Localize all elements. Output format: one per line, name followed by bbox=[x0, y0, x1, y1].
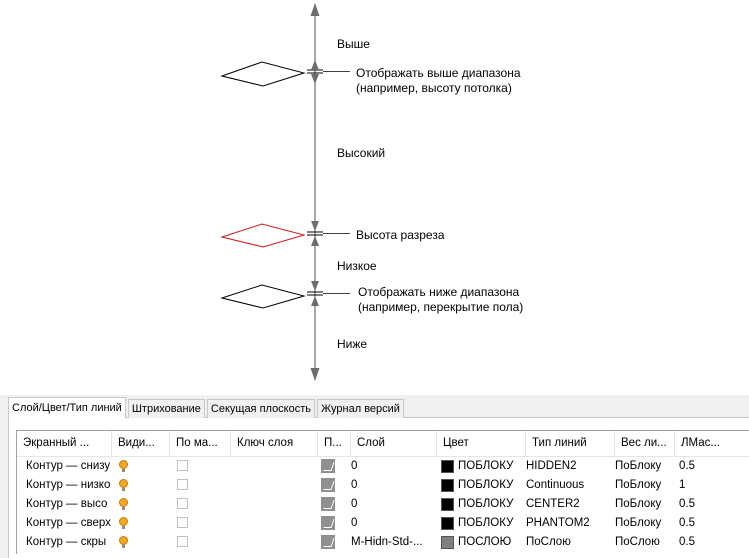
lightbulb-on-icon[interactable] bbox=[119, 517, 128, 529]
linetype-value[interactable]: CENTER2 bbox=[526, 495, 615, 514]
column-header-linetype-scale[interactable]: ЛМас... bbox=[675, 431, 749, 456]
lineweight-value[interactable]: ПоБлоку bbox=[615, 476, 675, 495]
display-component-name: Контур — снизу bbox=[26, 460, 111, 472]
column-header-layer-key[interactable]: Ключ слоя bbox=[231, 431, 318, 456]
lightbulb-on-icon[interactable] bbox=[119, 498, 128, 510]
arrow-up-icon bbox=[311, 60, 319, 70]
lineweight-value[interactable]: ПоБлоку bbox=[615, 514, 675, 533]
layer-table: Экранный ... Види... По ма... Ключ слоя … bbox=[16, 430, 749, 554]
display-above-plane bbox=[220, 61, 306, 87]
color-swatch[interactable] bbox=[441, 479, 454, 492]
tab-strip: Слой/Цвет/Тип линий Штрихование Секущая … bbox=[8, 397, 406, 418]
column-header-by-material[interactable]: По ма... bbox=[170, 431, 231, 456]
color-value[interactable]: ПОБЛОКУ bbox=[458, 495, 526, 514]
label-display-above-note: (например, высоту потолка) bbox=[356, 81, 512, 95]
label-high: Высокий bbox=[337, 146, 386, 160]
linetype-value[interactable]: ПоСлою bbox=[526, 533, 615, 552]
display-below-plane bbox=[220, 284, 306, 309]
arrow-down-icon bbox=[311, 221, 319, 231]
tab-layer-color-linetype[interactable]: Слой/Цвет/Тип линий bbox=[8, 397, 126, 418]
display-component-name: Контур — высо bbox=[26, 498, 108, 510]
table-row[interactable]: Контур — скры M-Hidn-Std-... ПОСЛОЮ ПоСлою П… bbox=[17, 533, 749, 552]
arrow-down-icon bbox=[311, 74, 319, 84]
by-material-checkbox[interactable] bbox=[177, 517, 188, 528]
layer-name[interactable]: 0 bbox=[351, 457, 435, 476]
color-value[interactable]: ПОБЛОКУ bbox=[458, 476, 526, 495]
arrow-up-icon bbox=[311, 236, 319, 246]
by-material-checkbox[interactable] bbox=[177, 536, 188, 547]
column-header-linetype[interactable]: Тип линий bbox=[526, 431, 615, 456]
arrow-top-icon bbox=[310, 3, 320, 16]
label-cut-height: Высота разреза bbox=[356, 228, 445, 242]
color-value[interactable]: ПОСЛОЮ bbox=[458, 533, 526, 552]
lightbulb-on-icon[interactable] bbox=[119, 460, 128, 472]
linetype-value[interactable]: PHANTOM2 bbox=[526, 514, 615, 533]
table-row[interactable]: Контур — высо 0 ПОБЛОКУ CENTER2 ПоБлоку 0.5 bbox=[17, 495, 749, 514]
table-row[interactable]: Контур — низко 0 ПОБЛОКУ Continuous ПоБлоку 1 bbox=[17, 476, 749, 495]
label-display-above: Отображать выше диапазона bbox=[356, 66, 521, 80]
cut-plane bbox=[220, 223, 306, 248]
label-low: Низкое bbox=[337, 259, 377, 273]
label-below: Ниже bbox=[337, 337, 368, 351]
arrow-down-icon bbox=[311, 281, 319, 291]
column-header-lineweight[interactable]: Вес ли... bbox=[615, 431, 675, 456]
plot-pen-icon[interactable] bbox=[321, 478, 335, 492]
display-component-name: Контур — низко bbox=[26, 479, 111, 491]
table-row[interactable]: Контур — сверх 0 ПОБЛОКУ PHANTOM2 ПоБлоку 0.5 bbox=[17, 514, 749, 533]
layer-name[interactable]: 0 bbox=[351, 514, 435, 533]
tab-hatching[interactable]: Штрихование bbox=[127, 399, 205, 418]
linetype-scale-value[interactable]: 0.5 bbox=[679, 495, 739, 514]
plot-pen-icon[interactable] bbox=[321, 535, 335, 549]
layer-name[interactable]: M-Hidn-Std-... bbox=[351, 533, 435, 552]
label-above: Выше bbox=[337, 37, 370, 51]
tab-version-history[interactable]: Журнал версий bbox=[317, 399, 404, 418]
lightbulb-on-icon[interactable] bbox=[119, 479, 128, 491]
linetype-value[interactable]: HIDDEN2 bbox=[526, 457, 615, 476]
color-value[interactable]: ПОБЛОКУ bbox=[458, 514, 526, 533]
plot-pen-icon[interactable] bbox=[321, 516, 335, 530]
by-material-checkbox[interactable] bbox=[177, 498, 188, 509]
color-swatch[interactable] bbox=[441, 536, 454, 549]
column-header-visible[interactable]: Види... bbox=[112, 431, 170, 456]
lineweight-value[interactable]: ПоСлою bbox=[615, 533, 675, 552]
column-header-color[interactable]: Цвет bbox=[437, 431, 526, 456]
layer-name[interactable]: 0 bbox=[351, 495, 435, 514]
properties-panel: Слой/Цвет/Тип линий Штрихование Секущая … bbox=[0, 395, 749, 558]
by-material-checkbox[interactable] bbox=[177, 479, 188, 490]
column-header-display-component[interactable]: Экранный ... bbox=[17, 431, 112, 456]
linetype-scale-value[interactable]: 0.5 bbox=[679, 533, 739, 552]
arrow-up-icon bbox=[311, 296, 319, 306]
color-swatch[interactable] bbox=[441, 460, 454, 473]
color-value[interactable]: ПОБЛОКУ bbox=[458, 457, 526, 476]
linetype-scale-value[interactable]: 0.5 bbox=[679, 457, 739, 476]
display-range-diagram bbox=[220, 3, 350, 381]
arrow-bottom-icon bbox=[310, 368, 320, 381]
table-row[interactable]: Контур — снизу 0 ПОБЛОКУ HIDDEN2 ПоБлоку 0.5 bbox=[17, 457, 749, 476]
plot-pen-icon[interactable] bbox=[321, 459, 335, 473]
color-swatch[interactable] bbox=[441, 498, 454, 511]
plot-pen-icon[interactable] bbox=[321, 497, 335, 511]
label-display-below: Отображать ниже диапазона bbox=[358, 285, 520, 299]
lineweight-value[interactable]: ПоБлоку bbox=[615, 495, 675, 514]
linetype-scale-value[interactable]: 1 bbox=[679, 476, 739, 495]
tab-section-plane[interactable]: Секущая плоскость bbox=[206, 399, 316, 418]
column-header-layer[interactable]: Слой bbox=[351, 431, 437, 456]
lineweight-value[interactable]: ПоБлоку bbox=[615, 457, 675, 476]
column-header-plot[interactable]: П... bbox=[318, 431, 351, 456]
label-display-below-note: (например, перекрытие пола) bbox=[358, 300, 524, 314]
lightbulb-on-icon[interactable] bbox=[119, 536, 128, 548]
color-swatch[interactable] bbox=[441, 517, 454, 530]
table-header: Экранный ... Види... По ма... Ключ слоя … bbox=[17, 431, 749, 457]
linetype-value[interactable]: Continuous bbox=[526, 476, 615, 495]
display-component-name: Контур — скры bbox=[26, 536, 107, 548]
by-material-checkbox[interactable] bbox=[177, 460, 188, 471]
display-component-name: Контур — сверх bbox=[26, 517, 111, 529]
linetype-scale-value[interactable]: 0.5 bbox=[679, 514, 739, 533]
layer-name[interactable]: 0 bbox=[351, 476, 435, 495]
